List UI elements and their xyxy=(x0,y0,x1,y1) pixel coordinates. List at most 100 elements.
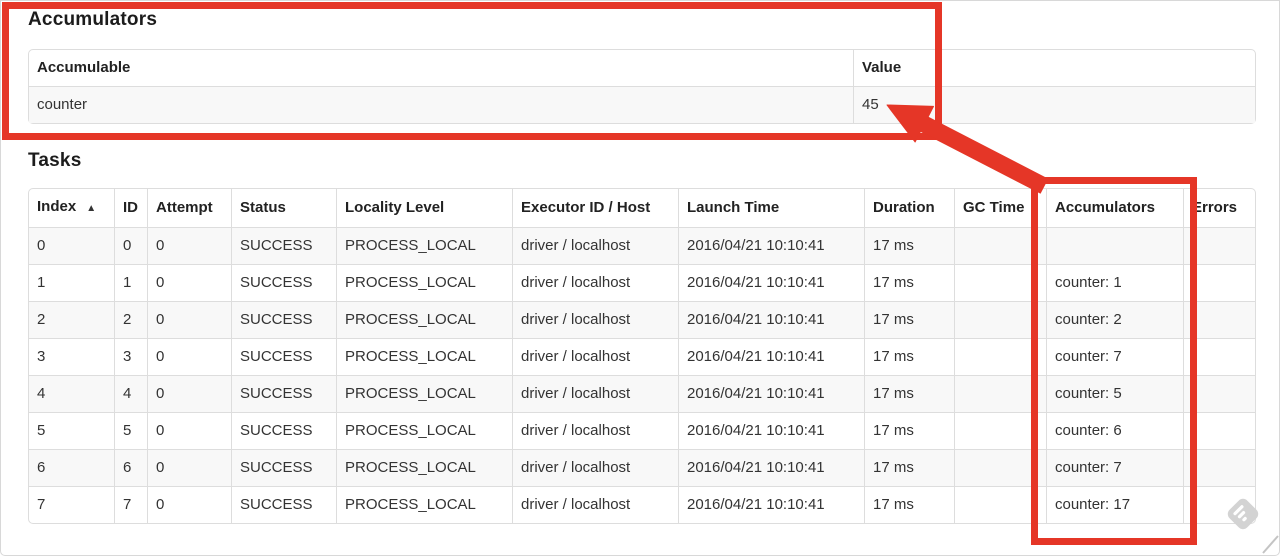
task-row: 3 3 0 SUCCESS PROCESS_LOCAL driver / localhos… xyxy=(29,338,1255,375)
task-cell: 2016/04/21 10:10:41 xyxy=(678,486,864,523)
task-cell: 0 xyxy=(147,486,231,523)
task-cell xyxy=(1046,227,1183,264)
task-row: 7 7 0 SUCCESS PROCESS_LOCAL driver / localhos… xyxy=(29,486,1255,523)
task-cell: driver / localhost xyxy=(512,375,678,412)
task-cell: counter: 2 xyxy=(1046,301,1183,338)
sort-ascending-icon: ▲ xyxy=(86,203,97,214)
task-cell xyxy=(954,412,1046,449)
task-row: 6 6 0 SUCCESS PROCESS_LOCAL driver / localhos… xyxy=(29,449,1255,486)
task-cell: SUCCESS xyxy=(231,412,336,449)
task-cell xyxy=(1183,375,1255,412)
gc-time-column-header[interactable]: GC Time xyxy=(954,189,1046,227)
task-cell xyxy=(1183,486,1255,523)
task-cell: 0 xyxy=(147,338,231,375)
task-cell: 5 xyxy=(114,412,147,449)
task-cell: 17 ms xyxy=(864,264,954,301)
task-cell: 2 xyxy=(29,301,114,338)
duration-column-header[interactable]: Duration xyxy=(864,189,954,227)
task-cell: SUCCESS xyxy=(231,449,336,486)
task-cell: driver / localhost xyxy=(512,301,678,338)
task-cell xyxy=(1183,338,1255,375)
task-cell: driver / localhost xyxy=(512,264,678,301)
task-cell: 0 xyxy=(147,375,231,412)
task-cell: 0 xyxy=(147,264,231,301)
task-cell xyxy=(1183,412,1255,449)
task-cell: 3 xyxy=(114,338,147,375)
task-cell xyxy=(954,486,1046,523)
task-cell: 7 xyxy=(114,486,147,523)
task-cell: 17 ms xyxy=(864,412,954,449)
task-cell: counter: 1 xyxy=(1046,264,1183,301)
task-cell: SUCCESS xyxy=(231,301,336,338)
task-cell: counter: 7 xyxy=(1046,338,1183,375)
id-column-header[interactable]: ID xyxy=(114,189,147,227)
task-cell: PROCESS_LOCAL xyxy=(336,449,512,486)
index-column-header[interactable]: Index ▲ xyxy=(29,189,114,227)
task-cell: 4 xyxy=(29,375,114,412)
executor-id-host-column-header[interactable]: Executor ID / Host xyxy=(512,189,678,227)
task-cell: 0 xyxy=(114,227,147,264)
task-cell: 17 ms xyxy=(864,449,954,486)
task-cell xyxy=(954,375,1046,412)
task-row: 0 0 0 SUCCESS PROCESS_LOCAL driver / localhos… xyxy=(29,227,1255,264)
accumulable-name-cell: counter xyxy=(29,86,853,123)
task-cell: PROCESS_LOCAL xyxy=(336,486,512,523)
index-header-label: Index xyxy=(37,198,77,215)
task-cell: 7 xyxy=(29,486,114,523)
task-cell: driver / localhost xyxy=(512,449,678,486)
value-column-header[interactable]: Value xyxy=(853,50,1255,86)
task-cell xyxy=(1183,301,1255,338)
task-cell: 2016/04/21 10:10:41 xyxy=(678,227,864,264)
task-cell: 0 xyxy=(147,412,231,449)
task-cell: PROCESS_LOCAL xyxy=(336,227,512,264)
task-cell: 2016/04/21 10:10:41 xyxy=(678,449,864,486)
task-cell: counter: 6 xyxy=(1046,412,1183,449)
task-cell: 17 ms xyxy=(864,486,954,523)
task-cell: driver / localhost xyxy=(512,227,678,264)
accumulators-heading: Accumulators xyxy=(28,9,158,30)
task-cell: SUCCESS xyxy=(231,375,336,412)
task-cell: 0 xyxy=(29,227,114,264)
task-cell: 2016/04/21 10:10:41 xyxy=(678,375,864,412)
task-cell: 4 xyxy=(114,375,147,412)
accumulable-column-header[interactable]: Accumulable xyxy=(29,50,853,86)
errors-column-header[interactable]: Errors xyxy=(1183,189,1255,227)
accumulators-table: Accumulable Value counter 45 xyxy=(28,49,1256,124)
locality-level-column-header[interactable]: Locality Level xyxy=(336,189,512,227)
task-cell xyxy=(954,227,1046,264)
tasks-table-body: 0 0 0 SUCCESS PROCESS_LOCAL driver / localhos… xyxy=(29,227,1255,523)
task-cell: 17 ms xyxy=(864,375,954,412)
task-cell: 1 xyxy=(114,264,147,301)
task-cell: 6 xyxy=(29,449,114,486)
task-cell: PROCESS_LOCAL xyxy=(336,338,512,375)
tasks-heading: Tasks xyxy=(28,150,82,171)
task-cell: PROCESS_LOCAL xyxy=(336,264,512,301)
task-cell: 6 xyxy=(114,449,147,486)
task-cell: driver / localhost xyxy=(512,486,678,523)
task-cell: SUCCESS xyxy=(231,338,336,375)
task-cell: 0 xyxy=(147,449,231,486)
attempt-column-header[interactable]: Attempt xyxy=(147,189,231,227)
task-cell: driver / localhost xyxy=(512,412,678,449)
task-cell xyxy=(1183,449,1255,486)
task-cell: PROCESS_LOCAL xyxy=(336,412,512,449)
task-cell: 17 ms xyxy=(864,227,954,264)
task-cell: 17 ms xyxy=(864,338,954,375)
task-row: 1 1 0 SUCCESS PROCESS_LOCAL driver / localhos… xyxy=(29,264,1255,301)
accumulators-column-header[interactable]: Accumulators xyxy=(1046,189,1183,227)
status-column-header[interactable]: Status xyxy=(231,189,336,227)
task-cell: 17 ms xyxy=(864,301,954,338)
task-cell: 0 xyxy=(147,301,231,338)
task-cell: 1 xyxy=(29,264,114,301)
task-cell: counter: 5 xyxy=(1046,375,1183,412)
tasks-header-row: Index ▲ ID Attempt Status Locality Level … xyxy=(29,189,1255,227)
task-cell xyxy=(1183,227,1255,264)
accumulator-row: counter 45 xyxy=(29,86,1255,123)
task-cell: driver / localhost xyxy=(512,338,678,375)
task-cell: 2 xyxy=(114,301,147,338)
launch-time-column-header[interactable]: Launch Time xyxy=(678,189,864,227)
task-cell: 0 xyxy=(147,227,231,264)
task-cell: 3 xyxy=(29,338,114,375)
task-cell: PROCESS_LOCAL xyxy=(336,301,512,338)
task-row: 5 5 0 SUCCESS PROCESS_LOCAL driver / localhos… xyxy=(29,412,1255,449)
